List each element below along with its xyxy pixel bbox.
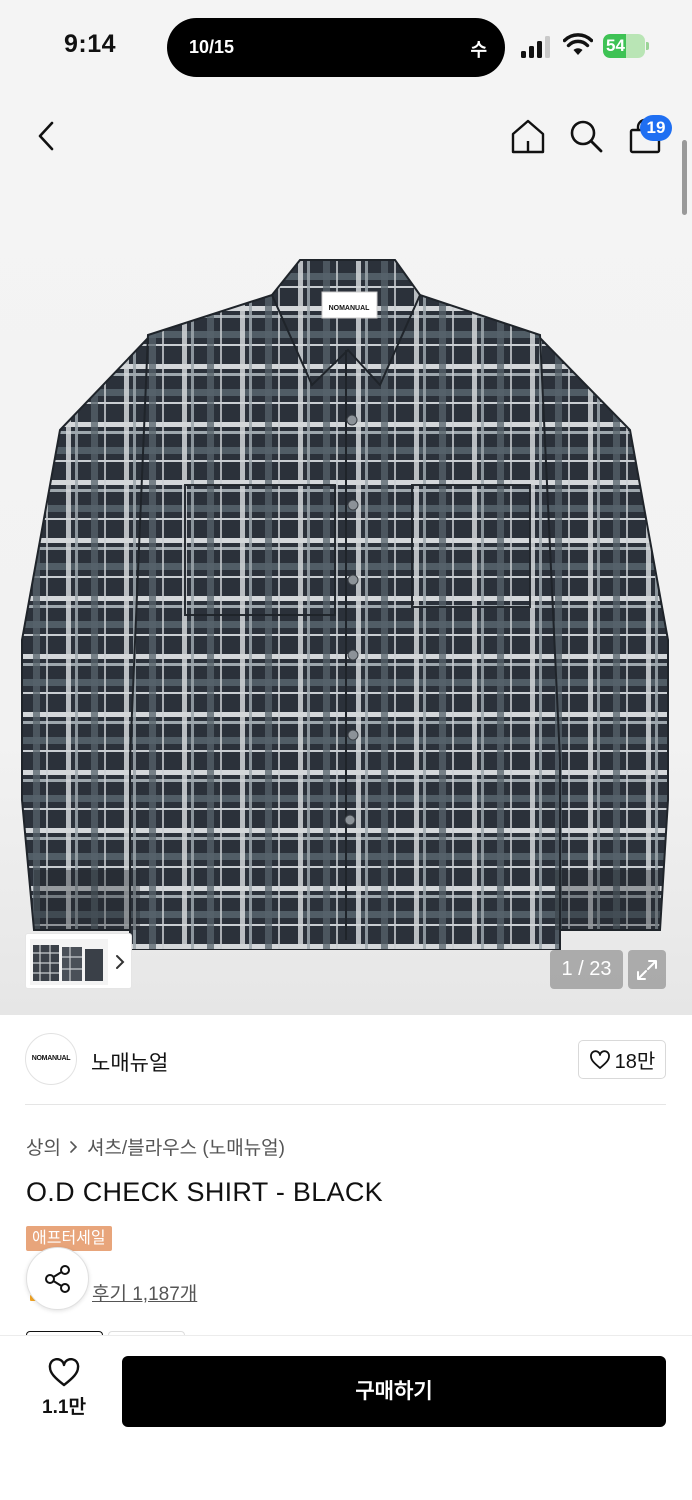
wifi-icon [563, 33, 593, 55]
image-page-counter: 1 / 23 [550, 950, 623, 989]
home-icon [511, 119, 545, 154]
expand-icon [637, 959, 657, 980]
home-button[interactable] [507, 115, 549, 157]
brand-like-count: 18만 [614, 1051, 656, 1073]
expand-button[interactable] [628, 950, 666, 989]
review-count-link[interactable]: 후기 1,187개 [92, 1279, 197, 1306]
search-button[interactable] [565, 115, 607, 157]
heart-icon [589, 1049, 610, 1069]
brand-like-button[interactable]: 18만 [578, 1040, 666, 1079]
brand-name[interactable]: 노매뉴얼 [91, 1047, 168, 1077]
breadcrumb[interactable]: 상의 셔츠/블라우스 (노매뉴얼) [26, 1133, 285, 1160]
product-gallery[interactable]: NOMANUAL 1 / 23 [0, 95, 692, 1015]
status-bar: 9:14 10/15 수 54 [0, 0, 692, 95]
thumbnail-strip[interactable] [25, 933, 132, 989]
thumbnail-image [30, 939, 108, 985]
cart-count-badge: 19 [640, 115, 672, 141]
share-button[interactable] [26, 1247, 89, 1310]
island-weekday-text: 수 [470, 40, 487, 61]
scroll-indicator [682, 140, 687, 215]
share-icon [44, 1264, 70, 1293]
back-icon [38, 121, 54, 151]
divider [25, 1104, 666, 1105]
island-activity-text: 10/15 [189, 37, 235, 57]
battery-percent: 54 [606, 36, 625, 55]
chevron-right-icon [70, 1140, 78, 1153]
chevron-right-icon [116, 955, 125, 969]
heart-icon [48, 1358, 80, 1387]
breadcrumb-item-subcategory[interactable]: 셔츠/블라우스 (노매뉴얼) [87, 1133, 285, 1160]
buy-button[interactable]: 구매하기 [122, 1356, 666, 1427]
search-icon [570, 120, 603, 153]
status-time: 9:14 [64, 30, 117, 58]
brand-logo[interactable]: NOMANUAL [25, 1033, 77, 1085]
product-image[interactable]: NOMANUAL [0, 240, 692, 950]
bottom-action-bar: 1.1만 구매하기 [0, 1335, 692, 1500]
sale-badge: 애프터세일 [26, 1226, 112, 1251]
product-title: O.D CHECK SHIRT - BLACK [26, 1177, 383, 1207]
dynamic-island: 10/15 수 [167, 18, 505, 77]
wishlist-count: 1.1만 [42, 1397, 86, 1418]
back-button[interactable] [28, 115, 64, 157]
wishlist-button[interactable]: 1.1만 [36, 1358, 92, 1426]
brand-row[interactable]: NOMANUAL 노매뉴얼 18만 [0, 1015, 692, 1107]
battery-icon: 54 [603, 34, 649, 58]
cellular-signal-icon [521, 36, 550, 58]
garment-label-text: NOMANUAL [329, 305, 371, 312]
breadcrumb-item-category[interactable]: 상의 [26, 1133, 61, 1160]
